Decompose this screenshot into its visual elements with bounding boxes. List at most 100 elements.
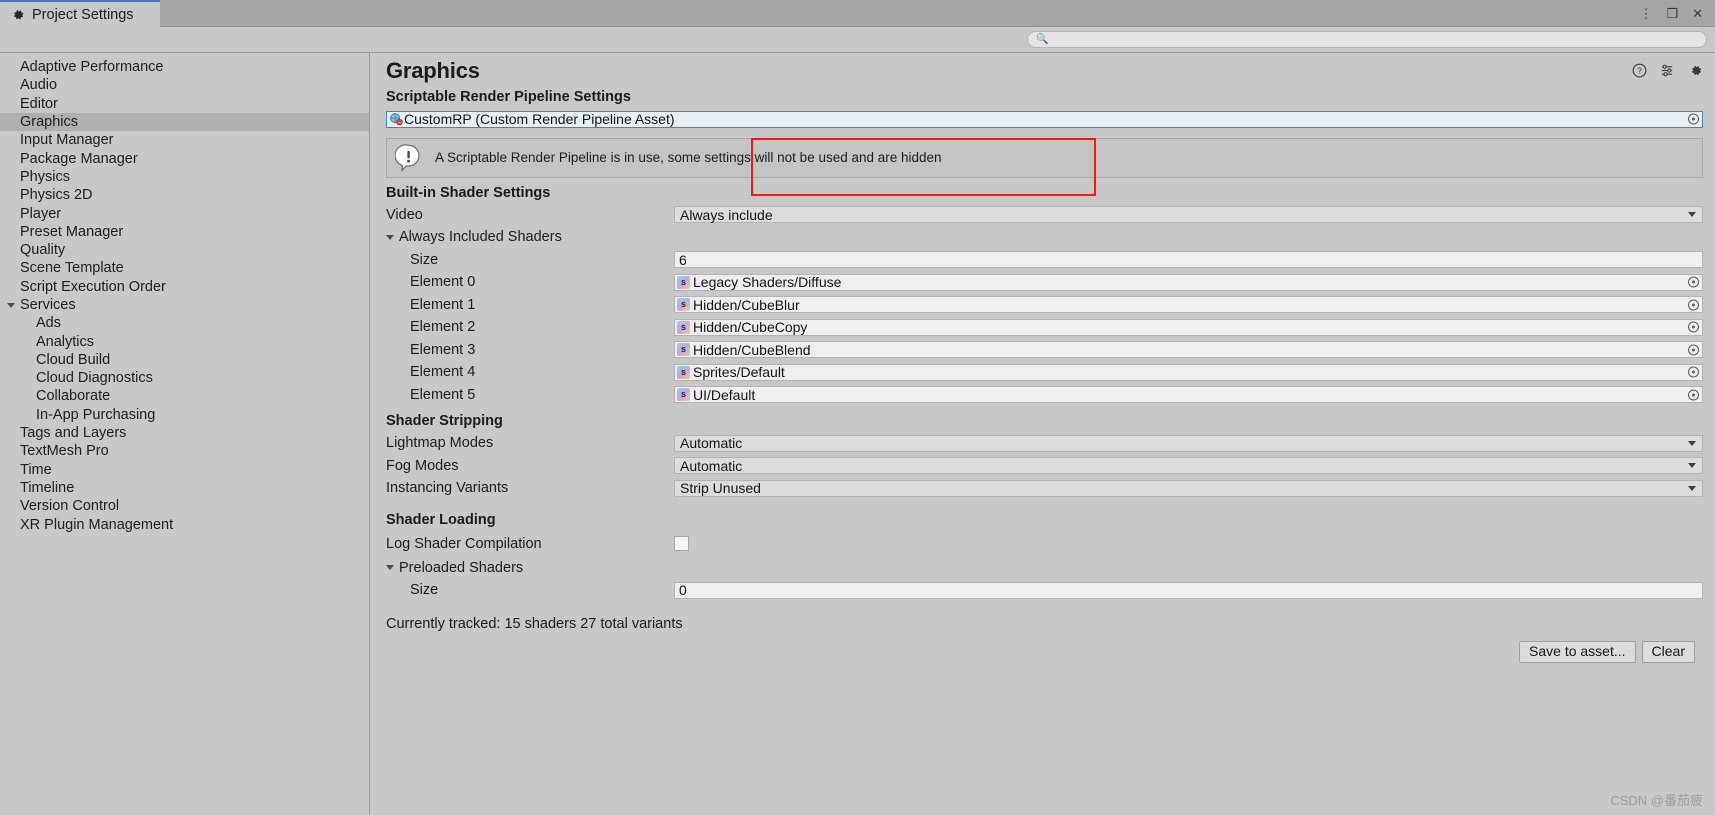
warning-icon	[394, 143, 425, 173]
shader-stripping-dropdown[interactable]: Strip Unused	[674, 479, 1703, 497]
maximize-icon[interactable]: ❐	[1666, 7, 1678, 20]
sidebar-item-label: Services	[20, 297, 76, 313]
sidebar-item-cloud-diagnostics[interactable]: Cloud Diagnostics	[0, 369, 369, 387]
svg-text:n: n	[398, 120, 400, 125]
sidebar-item-ads[interactable]: Ads	[0, 314, 369, 332]
tab-project-settings[interactable]: Project Settings	[0, 0, 160, 27]
shader-element-row: Element 3 s Hidden/CubeBlend	[370, 339, 1703, 362]
sidebar-item-collaborate[interactable]: Collaborate	[0, 387, 369, 405]
shader-stripping-dropdown[interactable]: Automatic	[674, 457, 1703, 475]
sidebar-item-cloud-build[interactable]: Cloud Build	[0, 351, 369, 369]
foldout-triangle-icon	[386, 234, 394, 240]
graphics-settings-panel: Graphics ? Scriptable Render Pipeline Se…	[370, 53, 1715, 815]
project-settings-window: Project Settings ⋮ ❐ ✕ 🔍 Adaptive Perfor…	[0, 0, 1715, 815]
video-row: Video Always include	[370, 204, 1703, 227]
sidebar-item-editor[interactable]: Editor	[0, 95, 369, 113]
panel-header-icons: ?	[1632, 63, 1703, 78]
preloaded-shaders-foldout[interactable]: Preloaded Shaders	[370, 557, 1703, 580]
shader-element-field[interactable]: s Hidden/CubeCopy	[674, 318, 1703, 336]
always-included-size-row: Size 6	[370, 249, 1703, 272]
srp-asset-row: n CustomRP (Custom Render Pipeline Asset…	[370, 108, 1703, 131]
object-picker-button[interactable]	[1688, 366, 1699, 378]
kebab-menu-icon[interactable]: ⋮	[1639, 7, 1652, 20]
preloaded-shaders-label: Preloaded Shaders	[399, 559, 524, 576]
shader-element-field[interactable]: s Hidden/CubeBlend	[674, 341, 1703, 359]
sidebar-item-graphics[interactable]: Graphics	[0, 112, 369, 132]
sidebar-item-physics[interactable]: Physics	[0, 168, 369, 186]
sidebar-item-preset-manager[interactable]: Preset Manager	[0, 223, 369, 241]
settings-gear-icon[interactable]	[1688, 63, 1703, 78]
log-shader-compilation-checkbox[interactable]	[674, 536, 689, 551]
window-titlebar: Project Settings ⋮ ❐ ✕	[0, 0, 1715, 27]
preloaded-size-row: Size 0	[370, 579, 1703, 602]
save-to-asset-button[interactable]: Save to asset...	[1519, 640, 1636, 663]
sidebar-item-label: Package Manager	[20, 150, 138, 167]
object-picker-button[interactable]	[1688, 389, 1699, 401]
shader-stripping-dropdown[interactable]: Automatic	[674, 434, 1703, 452]
shader-stripping-label: Fog Modes	[386, 457, 459, 474]
sidebar-item-player[interactable]: Player	[0, 204, 369, 222]
preloaded-size-label: Size	[410, 582, 439, 599]
sidebar-item-scene-template[interactable]: Scene Template	[0, 259, 369, 277]
shader-stripping-rows: Lightmap Modes Automatic Fog Modes Automati…	[370, 432, 1703, 500]
tab-label: Project Settings	[32, 6, 134, 23]
srp-asset-field[interactable]: n CustomRP (Custom Render Pipeline Asset…	[386, 110, 1703, 128]
shader-element-field[interactable]: s Legacy Shaders/Diffuse	[674, 273, 1703, 291]
sidebar-item-tags-and-layers[interactable]: Tags and Layers	[0, 424, 369, 442]
log-shader-compilation-label: Log Shader Compilation	[386, 535, 542, 552]
log-shader-compilation-row: Log Shader Compilation	[370, 531, 1703, 557]
sidebar-item-audio[interactable]: Audio	[0, 76, 369, 94]
shader-stripping-label: Lightmap Modes	[386, 435, 494, 452]
sidebar-item-time[interactable]: Time	[0, 461, 369, 479]
shader-element-field[interactable]: s Sprites/Default	[674, 363, 1703, 381]
render-pipeline-asset-icon: n	[389, 112, 403, 126]
sidebar-item-version-control[interactable]: Version Control	[0, 497, 369, 515]
sidebar-item-timeline[interactable]: Timeline	[0, 479, 369, 497]
sidebar-item-input-manager[interactable]: Input Manager	[0, 131, 369, 149]
sidebar-item-script-execution-order[interactable]: Script Execution Order	[0, 278, 369, 296]
shader-element-field[interactable]: s UI/Default	[674, 386, 1703, 404]
preloaded-size-input[interactable]: 0	[674, 581, 1703, 599]
help-icon[interactable]: ?	[1632, 63, 1647, 78]
sidebar-item-adaptive-performance[interactable]: Adaptive Performance	[0, 58, 369, 76]
shader-element-row: Element 5 s UI/Default	[370, 384, 1703, 407]
object-picker-button[interactable]	[1688, 344, 1699, 356]
page-title: Graphics	[386, 58, 480, 83]
shader-element-label: Element 5	[410, 386, 476, 403]
sidebar-item-quality[interactable]: Quality	[0, 241, 369, 259]
chevron-down-icon	[1688, 463, 1696, 469]
sidebar-item-in-app-purchasing[interactable]: In-App Purchasing	[0, 406, 369, 424]
shader-element-label: Element 1	[410, 296, 476, 313]
bottom-button-row: Save to asset... Clear	[370, 640, 1703, 663]
search-input[interactable]: 🔍	[1027, 31, 1707, 48]
size-input[interactable]: 6	[674, 251, 1703, 269]
settings-sidebar[interactable]: Adaptive Performance Audio Editor Graphics I…	[0, 53, 370, 815]
tracked-status-text: Currently tracked: 15 shaders 27 total v…	[386, 615, 683, 632]
sidebar-item-textmesh-pro[interactable]: TextMesh Pro	[0, 442, 369, 460]
sidebar-item-services[interactable]: Services	[0, 296, 369, 314]
shader-icon: s	[677, 343, 690, 357]
sidebar-item-xr-plugin-management[interactable]: XR Plugin Management	[0, 515, 369, 533]
shader-icon: s	[677, 320, 690, 334]
shader-element-value: Sprites/Default	[693, 364, 785, 381]
video-dropdown[interactable]: Always include	[674, 206, 1703, 224]
close-icon[interactable]: ✕	[1692, 7, 1703, 20]
window-controls: ⋮ ❐ ✕	[1639, 0, 1715, 26]
shader-stripping-row: Instancing Variants Strip Unused	[370, 477, 1703, 500]
sidebar-item-analytics[interactable]: Analytics	[0, 332, 369, 350]
preset-icon[interactable]	[1660, 63, 1675, 78]
clear-button[interactable]: Clear	[1641, 640, 1695, 663]
object-picker-button[interactable]	[1688, 276, 1699, 288]
shader-icon: s	[677, 365, 690, 379]
object-picker-button[interactable]	[1688, 299, 1699, 311]
sidebar-item-label: Scene Template	[20, 260, 124, 277]
sidebar-item-package-manager[interactable]: Package Manager	[0, 149, 369, 167]
object-picker-button[interactable]	[1688, 321, 1699, 333]
sidebar-item-label: Physics 2D	[20, 187, 93, 204]
shader-element-field[interactable]: s Hidden/CubeBlur	[674, 296, 1703, 314]
shader-stripping-value: Strip Unused	[680, 480, 761, 497]
always-included-shaders-foldout[interactable]: Always Included Shaders	[370, 226, 1703, 249]
sidebar-item-physics-2d[interactable]: Physics 2D	[0, 186, 369, 204]
srp-asset-picker-button[interactable]	[1688, 113, 1699, 125]
